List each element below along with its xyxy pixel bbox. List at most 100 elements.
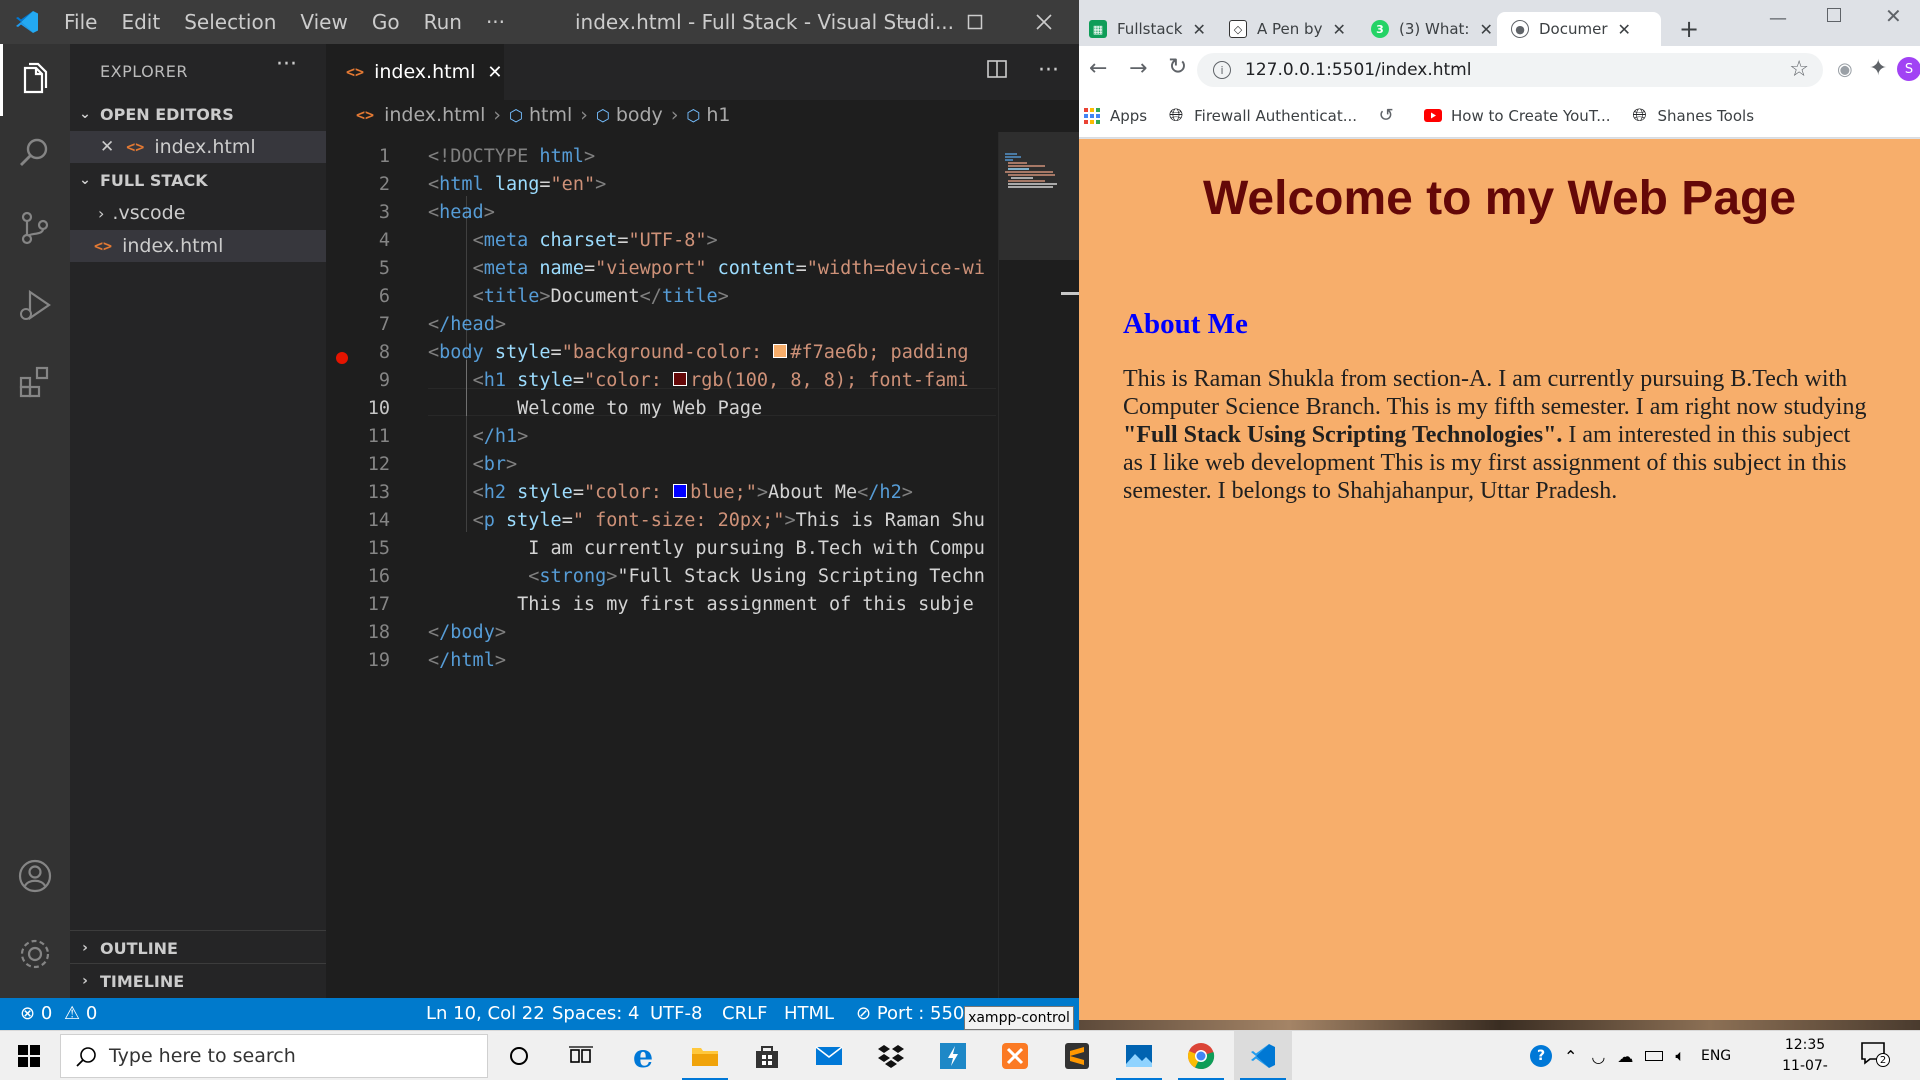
maximize-button[interactable] xyxy=(947,0,1003,44)
browser-tab-fullstack[interactable]: ▦ Fullstack ✕ xyxy=(1089,12,1229,46)
menu-more[interactable]: ··· xyxy=(474,10,517,34)
address-bar[interactable]: i 127.0.0.1:5501/index.html ☆ xyxy=(1197,53,1823,87)
cortana-button[interactable] xyxy=(490,1031,548,1080)
activity-run-debug[interactable] xyxy=(0,270,70,342)
bookmark-youtube[interactable]: How to Create YouT... xyxy=(1424,107,1611,125)
breadcrumb-h1[interactable]: h1 xyxy=(706,104,730,126)
activity-source-control[interactable] xyxy=(0,192,70,264)
code-editor[interactable]: 1 2 3 4 5 6 7 8 9 10 11 12 13 14 15 16 1… xyxy=(326,132,996,998)
code-token: "en" xyxy=(550,174,596,195)
activity-extensions[interactable] xyxy=(0,346,70,418)
menu-file[interactable]: File xyxy=(52,10,109,34)
clock[interactable]: 12:35 11-07-2020 xyxy=(1765,1035,1845,1080)
wifi-icon[interactable]: ◡ xyxy=(1591,1047,1605,1066)
battery-icon[interactable] xyxy=(1645,1051,1664,1061)
open-editors-header[interactable]: ⌄ OPEN EDITORS xyxy=(70,98,326,130)
language-indicator[interactable]: ENG xyxy=(1701,1048,1731,1064)
windows-taskbar: Type here to search e ? ⌃ ◡ ☁ 🔈︎ ENG 12:… xyxy=(0,1030,1920,1080)
browser-tab-whatsapp[interactable]: 3 (3) What: ✕ xyxy=(1371,12,1497,46)
indentation-status[interactable]: Spaces: 4 xyxy=(552,1003,639,1024)
taskbar-dropbox[interactable] xyxy=(862,1031,920,1080)
color-swatch[interactable] xyxy=(773,344,788,358)
tab-close-icon[interactable]: ✕ xyxy=(1479,20,1492,39)
window-minimize-button[interactable]: — xyxy=(1769,8,1787,29)
close-button[interactable] xyxy=(1016,0,1072,44)
new-tab-button[interactable]: + xyxy=(1679,12,1709,46)
volume-icon[interactable]: 🔈︎ xyxy=(1675,1046,1685,1066)
breadcrumb-body[interactable]: body xyxy=(616,104,663,126)
vscode-titlebar: File Edit Selection View Go Run ··· inde… xyxy=(0,0,1079,44)
activity-explorer[interactable] xyxy=(0,44,70,116)
tab-close-icon[interactable]: ✕ xyxy=(1618,20,1631,39)
taskbar-vscode[interactable] xyxy=(1234,1031,1292,1080)
live-server-port[interactable]: ⊘ Port : 5501 xyxy=(856,1003,976,1024)
window-close-button[interactable]: ✕ xyxy=(1885,4,1902,28)
tab-close-icon[interactable]: ✕ xyxy=(1332,20,1345,39)
breadcrumb-file[interactable]: index.html xyxy=(384,104,485,126)
language-mode[interactable]: HTML xyxy=(784,1003,834,1024)
taskbar-xampp[interactable] xyxy=(986,1031,1044,1080)
chevron-up-icon[interactable]: ⌃ xyxy=(1564,1047,1577,1066)
forward-arrow-icon[interactable]: → xyxy=(1129,56,1147,81)
cursor-position[interactable]: Ln 10, Col 22 xyxy=(426,1003,545,1024)
browser-tab-document[interactable]: ● Documer ✕ xyxy=(1511,12,1661,46)
eol-status[interactable]: CRLF xyxy=(722,1003,767,1024)
activity-search[interactable] xyxy=(0,116,70,188)
onedrive-icon[interactable]: ☁ xyxy=(1617,1047,1633,1066)
encoding-status[interactable]: UTF-8 xyxy=(650,1003,702,1024)
minimize-button[interactable] xyxy=(880,0,936,44)
activity-manage[interactable] xyxy=(0,918,70,990)
bookmark-firewall[interactable]: 🌐︎ Firewall Authenticat... xyxy=(1167,105,1357,126)
code-token: style xyxy=(517,482,573,503)
tree-item-vscode-folder[interactable]: › .vscode xyxy=(70,197,326,229)
taskbar-file-explorer[interactable] xyxy=(676,1031,734,1080)
tab-close-icon[interactable]: ✕ xyxy=(487,62,502,83)
action-center-button[interactable]: 2 xyxy=(1860,1041,1890,1069)
scrollbar-thumb[interactable] xyxy=(1061,292,1079,295)
menu-view[interactable]: View xyxy=(288,10,359,34)
tab-index-html[interactable]: <> index.html ✕ xyxy=(326,44,504,100)
close-editor-icon[interactable]: ✕ xyxy=(100,137,114,157)
taskbar-store[interactable] xyxy=(738,1031,796,1080)
color-swatch[interactable] xyxy=(673,484,688,498)
start-button[interactable] xyxy=(0,1031,58,1080)
profile-avatar[interactable]: S xyxy=(1897,57,1920,81)
breadcrumb-html[interactable]: html xyxy=(529,104,572,126)
menu-selection[interactable]: Selection xyxy=(172,10,288,34)
window-maximize-button[interactable] xyxy=(1827,8,1841,22)
bookmark-star-icon[interactable]: ☆ xyxy=(1789,57,1809,82)
taskbar-edge[interactable]: e xyxy=(614,1031,672,1080)
back-arrow-icon[interactable]: ← xyxy=(1089,56,1107,81)
taskbar-mail[interactable] xyxy=(800,1031,858,1080)
camera-icon[interactable]: ◉ xyxy=(1837,59,1853,80)
activity-accounts[interactable] xyxy=(0,840,70,912)
minimap[interactable] xyxy=(998,132,1079,998)
bookmark-history[interactable]: ↺ xyxy=(1377,105,1404,126)
timeline-header[interactable]: › TIMELINE xyxy=(70,965,326,997)
open-editor-item[interactable]: ✕ <> index.html xyxy=(70,131,326,163)
tree-item-index-html[interactable]: <> index.html xyxy=(70,230,326,262)
extensions-puzzle-icon[interactable]: ✦ xyxy=(1869,56,1887,81)
explorer-more-button[interactable]: ··· xyxy=(276,52,297,77)
bookmark-apps[interactable]: Apps xyxy=(1083,107,1147,125)
menu-go[interactable]: Go xyxy=(360,10,412,34)
taskbar-photos[interactable] xyxy=(1110,1031,1168,1080)
menu-edit[interactable]: Edit xyxy=(109,10,172,34)
menu-run[interactable]: Run xyxy=(412,10,474,34)
help-icon[interactable]: ? xyxy=(1530,1045,1552,1067)
reload-icon[interactable]: ↻ xyxy=(1168,54,1187,80)
taskbar-sublime[interactable] xyxy=(1048,1031,1106,1080)
task-view-button[interactable] xyxy=(552,1031,610,1080)
browser-tab-codepen[interactable]: ◇ A Pen by ✕ xyxy=(1229,12,1359,46)
taskbar-search[interactable]: Type here to search xyxy=(60,1034,488,1078)
bookmark-shanes-tools[interactable]: 🌐︎ Shanes Tools xyxy=(1631,105,1754,126)
outline-header[interactable]: › OUTLINE xyxy=(70,932,326,964)
taskbar-chrome[interactable] xyxy=(1172,1031,1230,1080)
taskbar-app-blue[interactable] xyxy=(924,1031,982,1080)
color-swatch[interactable] xyxy=(673,372,688,386)
folder-header[interactable]: ⌄ FULL STACK xyxy=(70,164,326,196)
tab-close-icon[interactable]: ✕ xyxy=(1192,20,1205,39)
split-editor-icon[interactable] xyxy=(986,58,1008,80)
more-actions-icon[interactable]: ··· xyxy=(1038,58,1059,83)
problems-status[interactable]: ⊗ 0 ⚠ 0 xyxy=(20,1003,97,1024)
